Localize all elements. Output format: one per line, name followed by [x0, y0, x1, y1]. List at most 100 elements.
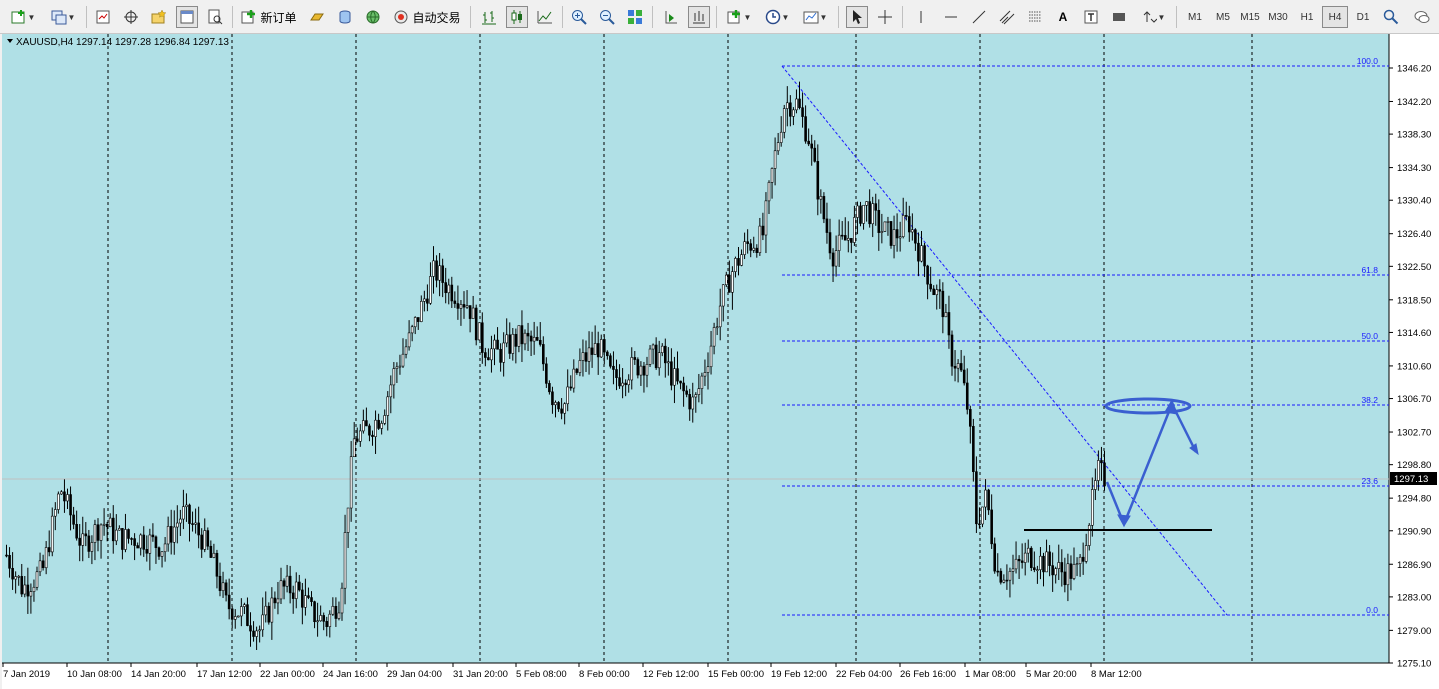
price-chart[interactable]: 100.0 61.8 50.0 38.2 23.6 0.0 1346.20 1342.20 1… [2, 34, 1439, 689]
candle [822, 192, 826, 224]
price-tick-label: 1294.80 [1397, 494, 1431, 505]
horizontal-line-button[interactable] [940, 6, 962, 28]
price-tick-label: 1286.90 [1397, 560, 1431, 571]
signals-button[interactable] [362, 6, 384, 28]
fibonacci-button[interactable] [1024, 6, 1046, 28]
time-tick-label: 5 Feb 08:00 [516, 669, 567, 680]
timeframe-d1[interactable]: D1 [1350, 6, 1376, 28]
time-tick-label: 24 Jan 16:00 [323, 669, 378, 680]
magnifier-document-icon [208, 9, 223, 25]
periods-button[interactable]: ▼ [760, 6, 794, 28]
zoom-in-icon [572, 10, 587, 25]
price-tick-label: 1283.00 [1397, 592, 1431, 603]
data-window-button[interactable] [120, 6, 142, 28]
timeframe-h1[interactable]: H1 [1294, 6, 1320, 28]
templates-button[interactable]: ▼ [798, 6, 832, 28]
chart-window[interactable]: 100.0 61.8 50.0 38.2 23.6 0.0 1346.20 1342.20 1… [2, 34, 1439, 689]
terminal-button[interactable] [176, 6, 198, 28]
arrows-icon [1143, 11, 1157, 23]
price-tick-label: 1298.80 [1397, 460, 1431, 471]
new-order-label: 新订单 [260, 10, 297, 25]
time-tick-label: 5 Mar 20:00 [1026, 669, 1077, 680]
search-icon [1383, 9, 1399, 25]
channel-icon [999, 10, 1015, 25]
text-label-button[interactable] [1080, 6, 1102, 28]
indicators-button[interactable]: ▼ [722, 6, 756, 28]
chart-shift-icon [665, 11, 677, 24]
time-tick-label: 22 Jan 00:00 [260, 669, 315, 680]
timeframe-m1[interactable]: M1 [1182, 6, 1208, 28]
price-tick-label: 1279.00 [1397, 626, 1431, 637]
time-tick-label: 1 Mar 08:00 [965, 669, 1016, 680]
candle [883, 221, 887, 232]
price-tick-label: 1306.70 [1397, 394, 1431, 405]
fib-level-label: 100.0 [1357, 56, 1379, 66]
toolbar: ▼ ▼ 新订单 自动交易 ▼ ▼ ▼ A ▼ M1 M5 M15 M30 H1 … [0, 0, 1439, 34]
symbol-header: XAUUSD,H4 1297.14 1297.28 1296.84 1297.1… [16, 37, 229, 48]
chart-plot-area[interactable] [2, 34, 1389, 663]
fib-level-label: 50.0 [1361, 331, 1378, 341]
star-folder-icon [151, 9, 167, 24]
auto-trading-label: 自动交易 [412, 10, 461, 25]
chat-bubble-icon [1414, 11, 1430, 23]
database-icon [339, 10, 351, 24]
zoom-out-button[interactable] [596, 6, 618, 28]
time-tick-label: 14 Jan 20:00 [131, 669, 186, 680]
cursor-button[interactable] [846, 6, 868, 28]
arrows-button[interactable]: ▼ [1136, 6, 1170, 28]
text-label-icon [1084, 10, 1098, 24]
chart-shift-button[interactable] [660, 6, 682, 28]
fib-level-label: 38.2 [1361, 395, 1378, 405]
auto-trading-button[interactable]: 自动交易 [390, 6, 464, 28]
current-price-label: 1297.13 [1394, 474, 1428, 485]
terminal-window-icon [180, 10, 194, 24]
zoom-out-icon [600, 10, 615, 25]
profiles-icon [51, 10, 67, 25]
history-center-button[interactable] [334, 6, 356, 28]
candle [474, 304, 478, 346]
market-watch-button[interactable] [92, 6, 114, 28]
fib-level-label: 61.8 [1361, 265, 1378, 275]
timeframe-m30[interactable]: M30 [1264, 6, 1292, 28]
line-chart-button[interactable] [534, 6, 556, 28]
navigator-button[interactable] [148, 6, 170, 28]
chat-button[interactable] [1408, 6, 1436, 28]
market-watch-icon [96, 10, 110, 24]
price-tick-label: 1290.90 [1397, 526, 1431, 537]
search-button[interactable] [1380, 6, 1402, 28]
price-tick-label: 1346.20 [1397, 64, 1431, 75]
text-button[interactable]: A [1052, 6, 1074, 28]
timeframe-h4[interactable]: H4 [1322, 6, 1348, 28]
bar-chart-button[interactable] [478, 6, 500, 28]
cursor-arrow-icon [853, 10, 862, 24]
timeframe-m5[interactable]: M5 [1210, 6, 1236, 28]
vertical-line-button[interactable] [910, 6, 932, 28]
gold-button[interactable] [306, 6, 328, 28]
price-tick-label: 1334.30 [1397, 163, 1431, 174]
candlestick-button[interactable] [506, 6, 528, 28]
strategy-tester-button[interactable] [204, 6, 226, 28]
crosshair-button[interactable] [874, 6, 896, 28]
trendline-icon [972, 10, 986, 24]
equidistant-channel-button[interactable] [996, 6, 1018, 28]
zoom-in-button[interactable] [568, 6, 590, 28]
time-tick-label: 12 Feb 12:00 [643, 669, 699, 680]
time-tick-label: 26 Feb 16:00 [900, 669, 956, 680]
profiles-button[interactable]: ▼ [46, 6, 80, 28]
time-tick-label: 31 Jan 20:00 [453, 669, 508, 680]
new-order-icon [241, 10, 256, 24]
fibonacci-icon [1029, 11, 1041, 22]
time-tick-label: 17 Jan 12:00 [197, 669, 252, 680]
time-tick-label: 22 Feb 04:00 [836, 669, 892, 680]
autoscroll-button[interactable] [688, 6, 710, 28]
time-tick-label: 15 Feb 00:00 [708, 669, 764, 680]
timeframe-m15[interactable]: M15 [1236, 6, 1264, 28]
rectangle-icon [1113, 13, 1125, 21]
new-chart-button[interactable]: ▼ [6, 6, 40, 28]
trendline-button[interactable] [968, 6, 990, 28]
tile-windows-button[interactable] [624, 6, 646, 28]
fib-level-label: 0.0 [1366, 605, 1378, 615]
rectangle-button[interactable] [1108, 6, 1130, 28]
new-order-button[interactable]: 新订单 [238, 6, 300, 28]
clock-icon [765, 9, 780, 25]
